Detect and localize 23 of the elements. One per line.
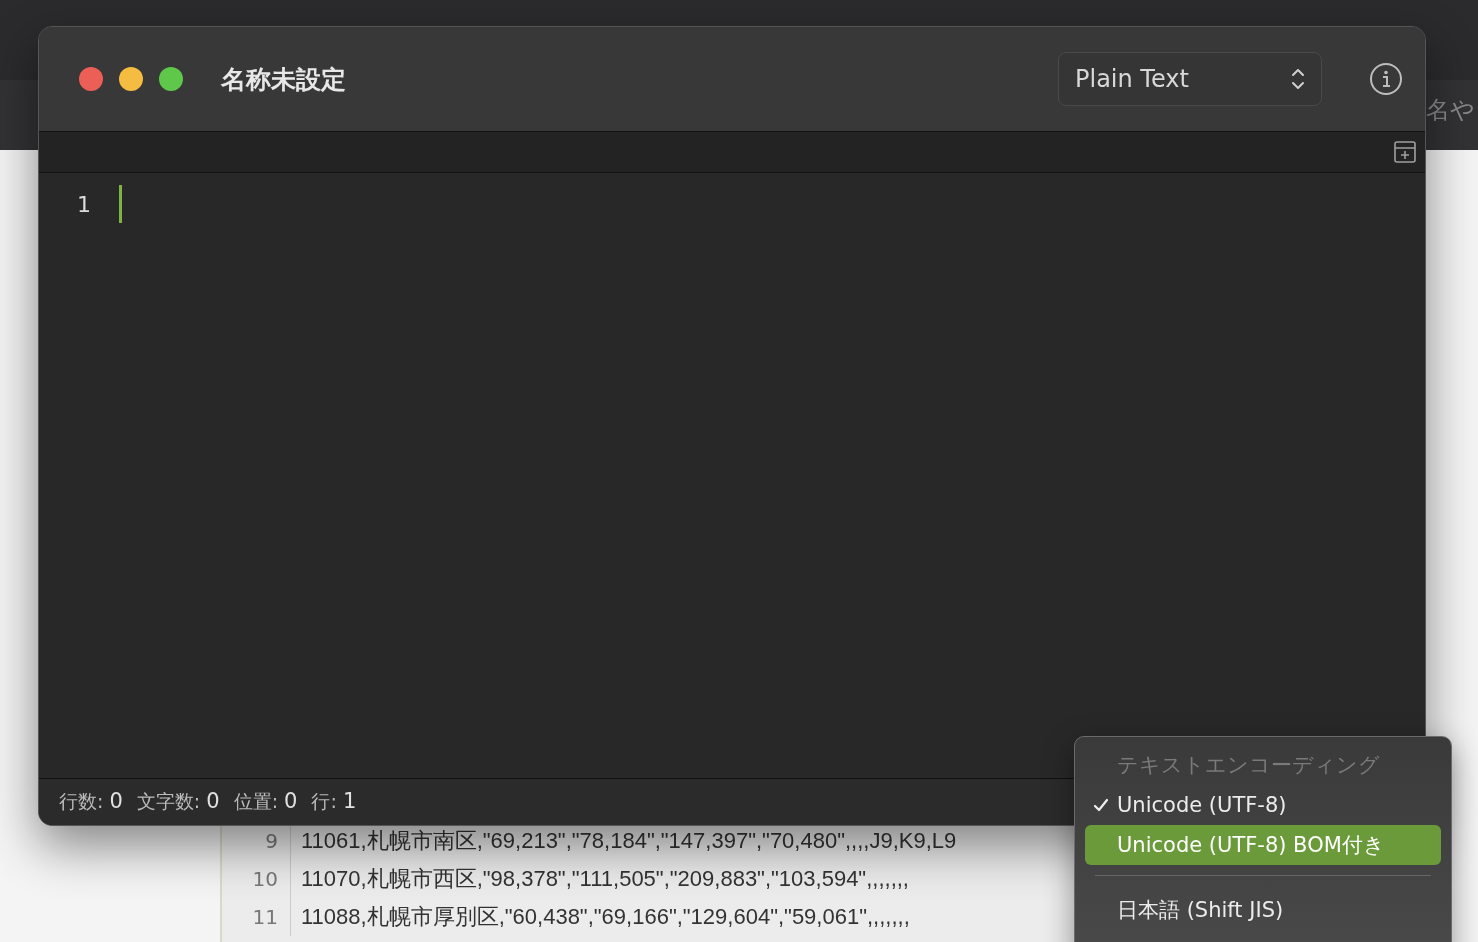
- status-item: 行数: 0: [59, 789, 123, 815]
- line-number: 10: [222, 860, 291, 898]
- window-title: 名称未設定: [221, 63, 346, 96]
- text-cursor: [119, 185, 122, 223]
- info-icon[interactable]: [1369, 62, 1403, 96]
- csv-line: 11070,札幌市西区,"98,378","111,505","209,883","103,594",,,,,,,: [300, 865, 909, 893]
- syntax-popup[interactable]: Plain Text: [1058, 52, 1322, 106]
- close-button[interactable]: [79, 67, 103, 91]
- status-item: 行: 1: [311, 789, 357, 815]
- background-heading-text: 名や: [1426, 95, 1475, 126]
- minimize-button[interactable]: [119, 67, 143, 91]
- add-panel-icon[interactable]: [1393, 140, 1417, 164]
- csv-line: 11088,札幌市厚別区,"60,438","69,166","129,604","59,061",,,,,,,: [300, 903, 910, 931]
- menu-header: テキストエンコーディング: [1116, 752, 1381, 779]
- line-number: 1: [77, 192, 91, 217]
- status-item: 位置: 0: [233, 789, 298, 815]
- zoom-button[interactable]: [159, 67, 183, 91]
- line-number: 11: [222, 898, 291, 936]
- menu-item[interactable]: Unicode (UTF-8): [1085, 785, 1441, 825]
- status-item: 文字数: 0: [136, 789, 220, 815]
- csv-line: 11061,札幌市南区,"69,213","78,184","147,397","70,480",,,,J9,K9,L9: [300, 827, 957, 855]
- up-down-chevron-icon: [1291, 66, 1305, 92]
- menu-item[interactable]: 日本語 (Shift JIS): [1085, 890, 1441, 930]
